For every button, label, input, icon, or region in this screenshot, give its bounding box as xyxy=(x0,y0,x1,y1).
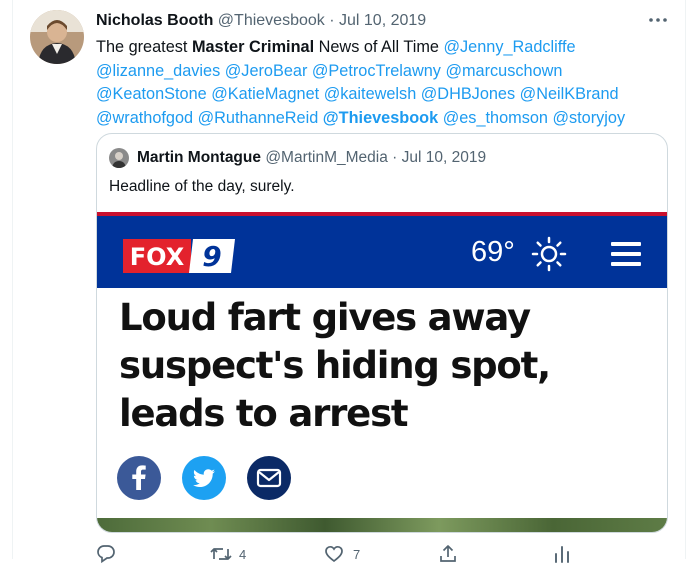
mention-link[interactable]: @RuthanneReid xyxy=(198,109,319,127)
quoted-media-image[interactable]: FOX 9 69° Loud fart gives away suspect's… xyxy=(97,212,667,532)
mention-link[interactable]: @DHBJones xyxy=(421,85,515,103)
mention-link[interactable]: @es_thomson xyxy=(443,109,548,127)
mention-link[interactable]: @lizanne_davies xyxy=(96,62,220,80)
more-options-icon[interactable] xyxy=(646,10,670,30)
quoted-tweet[interactable]: Martin Montague @MartinM_Media · Jul 10,… xyxy=(96,133,668,533)
quoted-tweet-text: Headline of the day, surely. xyxy=(109,178,295,195)
weather-temperature: 69° xyxy=(471,236,515,268)
like-count: 7 xyxy=(353,547,361,562)
reply-icon xyxy=(97,545,115,564)
mention-link[interactable]: @kaitewelsh xyxy=(324,85,417,103)
tweet-date[interactable]: Jul 10, 2019 xyxy=(339,12,426,29)
author-handle[interactable]: @Thievesbook xyxy=(218,12,325,29)
quoted-author-avatar xyxy=(109,148,129,168)
mention-link[interactable]: @Thievesbook xyxy=(323,109,438,127)
sun-icon xyxy=(531,236,567,272)
quoted-tweet-header: Martin Montague @MartinM_Media · Jul 10,… xyxy=(137,149,486,167)
retweet-count: 4 xyxy=(239,547,247,562)
mention-link[interactable]: @KatieMagnet xyxy=(211,85,319,103)
heart-icon xyxy=(325,545,343,563)
author-avatar[interactable] xyxy=(30,10,84,64)
quoted-tweet-date: Jul 10, 2019 xyxy=(401,149,487,166)
quoted-author-name: Martin Montague xyxy=(137,149,261,166)
mention-link[interactable]: @NeilKBrand xyxy=(520,85,619,103)
author-name[interactable]: Nicholas Booth xyxy=(96,12,213,29)
news-headline: Loud fart gives away suspect's hiding sp… xyxy=(119,296,551,435)
quoted-header-separator: · xyxy=(392,149,398,166)
mention-link[interactable]: @storyjoy xyxy=(552,109,625,127)
mail-icon xyxy=(247,456,291,500)
tweet-text-fragment: News of All Time xyxy=(314,38,444,56)
fox-logo-number: 9 xyxy=(202,240,221,273)
hamburger-menu-icon xyxy=(611,241,641,267)
mention-link[interactable]: @PetrocTrelawny xyxy=(312,62,441,80)
tweet-text: The greatest Master Criminal News of All… xyxy=(96,36,668,130)
twitter-icon xyxy=(182,456,226,500)
mention-link[interactable]: @wrathofgod xyxy=(96,109,193,127)
tweet-actions: 4 7 xyxy=(96,540,666,564)
share-icon xyxy=(440,545,456,562)
quoted-author-handle: @MartinM_Media xyxy=(265,149,388,166)
retweet-icon xyxy=(210,548,232,560)
article-photo xyxy=(97,518,667,532)
fox-logo-text: FOX xyxy=(130,243,185,271)
mention-link[interactable]: @marcuschown xyxy=(445,62,562,80)
tweet[interactable]: Nicholas Booth @Thievesbook · Jul 10, 20… xyxy=(0,0,686,564)
mention-link[interactable]: @JeroBear xyxy=(225,62,308,80)
fox-nav-bar: FOX 9 69° xyxy=(97,216,667,288)
tweet-header: Nicholas Booth @Thievesbook · Jul 10, 20… xyxy=(96,12,426,30)
header-separator: · xyxy=(329,12,335,29)
mention-link[interactable]: @Jenny_Radcliffe xyxy=(443,38,575,56)
tweet-text-bold: Master Criminal xyxy=(191,38,315,56)
facebook-icon xyxy=(117,456,161,500)
tweet-text-fragment: The greatest xyxy=(96,38,192,56)
mention-link[interactable]: @KeatonStone xyxy=(96,85,207,103)
fox9-logo: FOX 9 xyxy=(123,239,235,273)
analytics-icon xyxy=(555,546,569,563)
